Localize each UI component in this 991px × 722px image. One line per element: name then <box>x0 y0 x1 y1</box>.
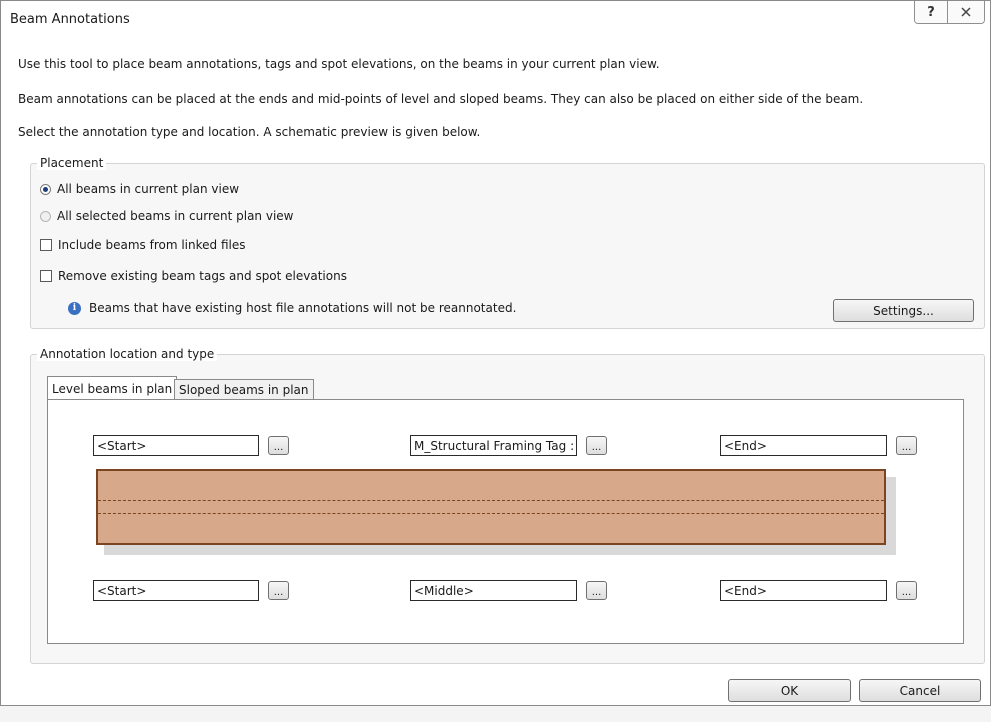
beam-dashed-line-bottom <box>98 513 884 514</box>
dialog-title: Beam Annotations <box>10 12 130 27</box>
beam-dashed-line-top <box>98 500 884 501</box>
bottom-start-field[interactable]: <Start> <box>93 580 259 601</box>
radio-button[interactable] <box>40 183 51 195</box>
intro-line-3: Select the annotation type and location.… <box>18 125 481 139</box>
cancel-label: Cancel <box>899 683 941 698</box>
background-strip <box>0 706 991 722</box>
bottom-middle-field[interactable]: <Middle> <box>410 580 577 601</box>
tab-level-beams[interactable]: Level beams in plan <box>47 376 178 400</box>
top-middle-field[interactable]: M_Structural Framing Tag : Standard <box>410 435 577 456</box>
title-buttons: ? <box>914 1 985 24</box>
info-note-text: Beams that have existing host file annot… <box>89 301 517 315</box>
tab-sloped-beams[interactable]: Sloped beams in plan <box>174 379 314 400</box>
beam-preview <box>96 469 886 545</box>
top-middle-browse-button[interactable]: ... <box>586 436 607 455</box>
title-bar: Beam Annotations ? <box>1 1 990 39</box>
ok-label: OK <box>780 683 799 698</box>
intro-line-2: Beam annotations can be placed at the en… <box>18 92 864 106</box>
tab-sloped-label: Sloped beams in plan <box>179 383 309 397</box>
placement-legend: Placement <box>37 156 107 170</box>
info-icon: i <box>68 301 81 315</box>
help-button[interactable]: ? <box>915 1 947 23</box>
top-start-browse-button[interactable]: ... <box>268 436 289 455</box>
beam-annotations-dialog: Beam Annotations ? Use this tool to plac… <box>0 0 991 706</box>
checkbox-remove-tags[interactable]: Remove existing beam tags and spot eleva… <box>40 269 347 283</box>
radio-button[interactable] <box>40 210 51 222</box>
radio-selected-label: All selected beams in current plan view <box>57 209 294 223</box>
top-start-field[interactable]: <Start> <box>93 435 259 456</box>
settings-label: Settings... <box>873 303 934 318</box>
info-note: i Beams that have existing host file ann… <box>68 301 516 315</box>
tab-level-label: Level beams in plan <box>52 381 173 396</box>
close-button[interactable] <box>947 1 984 23</box>
radio-all-label: All beams in current plan view <box>57 182 240 196</box>
cancel-button[interactable]: Cancel <box>859 679 981 702</box>
bottom-middle-browse-button[interactable]: ... <box>586 581 607 600</box>
close-icon <box>961 7 971 17</box>
settings-button[interactable]: Settings... <box>833 299 974 322</box>
intro-line-1: Use this tool to place beam annotations,… <box>18 57 660 71</box>
bottom-end-browse-button[interactable]: ... <box>896 581 917 600</box>
top-end-field[interactable]: <End> <box>720 435 887 456</box>
radio-selected-beams[interactable]: All selected beams in current plan view <box>40 209 293 223</box>
checkbox[interactable] <box>40 239 52 251</box>
bottom-start-browse-button[interactable]: ... <box>268 581 289 600</box>
checkbox-linked-label: Include beams from linked files <box>58 238 246 252</box>
checkbox-linked-files[interactable]: Include beams from linked files <box>40 238 245 252</box>
checkbox-remove-label: Remove existing beam tags and spot eleva… <box>58 269 347 283</box>
ok-button[interactable]: OK <box>728 679 851 702</box>
top-end-browse-button[interactable]: ... <box>896 436 917 455</box>
radio-all-beams[interactable]: All beams in current plan view <box>40 182 239 196</box>
annotation-legend: Annotation location and type <box>37 347 218 361</box>
placement-group: Placement All beams in current plan view… <box>30 156 985 329</box>
help-icon: ? <box>927 4 935 20</box>
checkbox[interactable] <box>40 270 52 282</box>
bottom-end-field[interactable]: <End> <box>720 580 887 601</box>
